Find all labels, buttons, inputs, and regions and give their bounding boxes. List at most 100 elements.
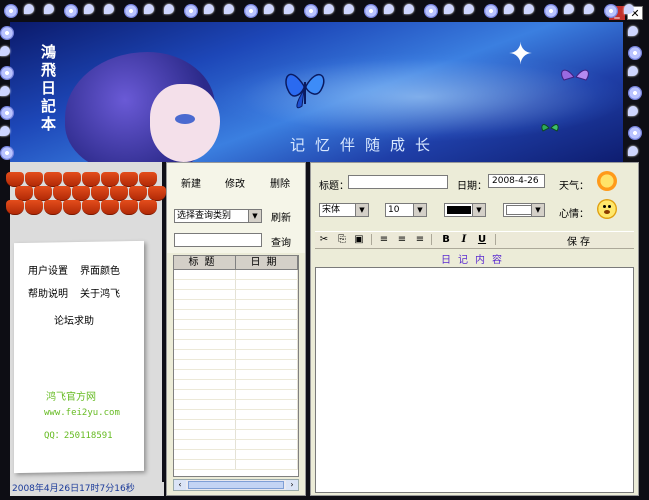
list-horizontal-scrollbar[interactable]: ‹ › bbox=[173, 479, 299, 491]
scroll-right-icon[interactable]: › bbox=[286, 480, 298, 490]
list-row[interactable] bbox=[174, 290, 298, 300]
copy-icon[interactable]: ⎘ bbox=[335, 233, 349, 246]
border-flower-icon bbox=[184, 4, 198, 18]
ui-color-link[interactable]: 界面颜色 bbox=[80, 262, 120, 277]
italic-icon[interactable]: I bbox=[457, 233, 471, 246]
list-row[interactable] bbox=[174, 300, 298, 310]
align-left-icon[interactable]: ≡ bbox=[377, 233, 391, 246]
list-row[interactable] bbox=[174, 270, 298, 280]
chevron-down-icon[interactable]: ▼ bbox=[531, 204, 544, 216]
border-flower-icon bbox=[444, 4, 454, 14]
list-row[interactable] bbox=[174, 420, 298, 430]
list-row[interactable] bbox=[174, 430, 298, 440]
butterfly-small-icon bbox=[561, 69, 589, 81]
site-qq: QQ：250118591 bbox=[44, 431, 113, 441]
border-flower-icon bbox=[628, 146, 638, 156]
font-name-value: 宋体 bbox=[322, 205, 341, 215]
refresh-button[interactable]: 刷新 bbox=[271, 209, 291, 224]
chevron-down-icon[interactable]: ▼ bbox=[472, 204, 485, 216]
list-row[interactable] bbox=[174, 400, 298, 410]
list-row[interactable] bbox=[174, 310, 298, 320]
align-right-icon[interactable]: ≡ bbox=[413, 233, 427, 246]
font-size-select[interactable]: 10 ▼ bbox=[385, 203, 427, 217]
chevron-down-icon[interactable]: ▼ bbox=[355, 204, 368, 216]
new-button[interactable]: 新建 bbox=[181, 175, 201, 190]
flower-border-bottom bbox=[0, 496, 649, 500]
site-url[interactable]: www.fei2yu.com bbox=[44, 408, 120, 418]
border-flower-icon bbox=[364, 4, 378, 18]
list-row[interactable] bbox=[174, 450, 298, 460]
list-row[interactable] bbox=[174, 360, 298, 370]
list-row[interactable] bbox=[174, 380, 298, 390]
border-flower-icon bbox=[304, 4, 318, 18]
chevron-down-icon[interactable]: ▼ bbox=[248, 210, 261, 222]
border-flower-icon bbox=[324, 4, 334, 14]
query-button[interactable]: 查询 bbox=[271, 234, 291, 249]
help-link[interactable]: 帮助说明 bbox=[28, 285, 68, 300]
align-center-icon[interactable]: ≡ bbox=[395, 233, 409, 246]
date-label: 日期： bbox=[457, 181, 487, 192]
weather-label: 天气： bbox=[559, 181, 589, 192]
paste-icon[interactable]: ▣ bbox=[352, 233, 366, 246]
weather-sunny-icon[interactable] bbox=[597, 171, 617, 191]
forum-link[interactable]: 论坛求助 bbox=[54, 312, 94, 327]
chevron-down-icon[interactable]: ▼ bbox=[413, 204, 426, 216]
list-row[interactable] bbox=[174, 410, 298, 420]
border-flower-icon bbox=[628, 126, 642, 140]
save-button[interactable]: 保存 bbox=[567, 233, 593, 248]
cut-icon[interactable]: ✂ bbox=[317, 233, 331, 246]
delete-button[interactable]: 删除 bbox=[270, 175, 290, 190]
list-row[interactable] bbox=[174, 340, 298, 350]
flower-border-right bbox=[639, 0, 649, 500]
roof-tile bbox=[120, 200, 138, 215]
site-title[interactable]: 鸿飞官方网 bbox=[46, 388, 96, 403]
roof-tile bbox=[44, 172, 62, 187]
scroll-thumb[interactable] bbox=[188, 481, 284, 489]
edit-button[interactable]: 修改 bbox=[225, 175, 245, 190]
font-name-select[interactable]: 宋体 ▼ bbox=[319, 203, 369, 217]
column-header-date[interactable]: 日期 bbox=[236, 256, 298, 269]
about-link[interactable]: 关于鸿飞 bbox=[80, 285, 120, 300]
border-flower-icon bbox=[104, 4, 114, 14]
underline-icon[interactable]: U bbox=[475, 233, 489, 246]
roof-tile bbox=[63, 172, 81, 187]
diary-list[interactable]: 标题 日期 bbox=[173, 255, 299, 477]
mood-smile-icon[interactable] bbox=[597, 199, 617, 219]
scroll-left-icon[interactable]: ‹ bbox=[174, 480, 186, 490]
bold-icon[interactable]: B bbox=[439, 233, 453, 246]
roof-tile bbox=[139, 172, 157, 187]
list-row[interactable] bbox=[174, 440, 298, 450]
border-flower-icon bbox=[44, 4, 54, 14]
query-type-value: 选择查询类别 bbox=[177, 211, 232, 221]
roof-tile bbox=[53, 186, 71, 201]
roof-tile bbox=[82, 172, 100, 187]
background-color-select[interactable]: ▼ bbox=[503, 203, 545, 217]
border-flower-icon bbox=[604, 4, 618, 18]
date-input[interactable]: 2008-4-26 bbox=[488, 174, 545, 188]
font-color-swatch bbox=[447, 206, 471, 214]
border-flower-icon bbox=[0, 146, 14, 160]
roof-tile bbox=[129, 186, 147, 201]
border-flower-icon bbox=[0, 126, 10, 136]
list-header: 标题 日期 bbox=[174, 256, 298, 270]
font-color-select[interactable]: ▼ bbox=[444, 203, 486, 217]
list-row[interactable] bbox=[174, 280, 298, 290]
diary-content-editor[interactable] bbox=[315, 267, 634, 493]
list-row[interactable] bbox=[174, 460, 298, 470]
column-header-title[interactable]: 标题 bbox=[174, 256, 236, 269]
list-row[interactable] bbox=[174, 350, 298, 360]
left-panel: 用户设置 界面颜色 帮助说明 关于鸿飞 论坛求助 鸿飞官方网 www.fei2y… bbox=[6, 162, 166, 496]
query-input[interactable] bbox=[174, 233, 262, 247]
border-flower-icon bbox=[144, 4, 154, 14]
border-flower-icon bbox=[264, 4, 274, 14]
query-type-select[interactable]: 选择查询类别 ▼ bbox=[174, 209, 262, 223]
title-input[interactable] bbox=[348, 175, 448, 189]
list-row[interactable] bbox=[174, 320, 298, 330]
list-row[interactable] bbox=[174, 330, 298, 340]
border-flower-icon bbox=[628, 46, 642, 60]
roof-tile bbox=[120, 172, 138, 187]
middle-panel: 新建 修改 删除 选择查询类别 ▼ 刷新 查询 标题 日期 ‹ › bbox=[166, 162, 306, 496]
user-settings-link[interactable]: 用户设置 bbox=[28, 262, 68, 277]
list-row[interactable] bbox=[174, 390, 298, 400]
list-row[interactable] bbox=[174, 370, 298, 380]
